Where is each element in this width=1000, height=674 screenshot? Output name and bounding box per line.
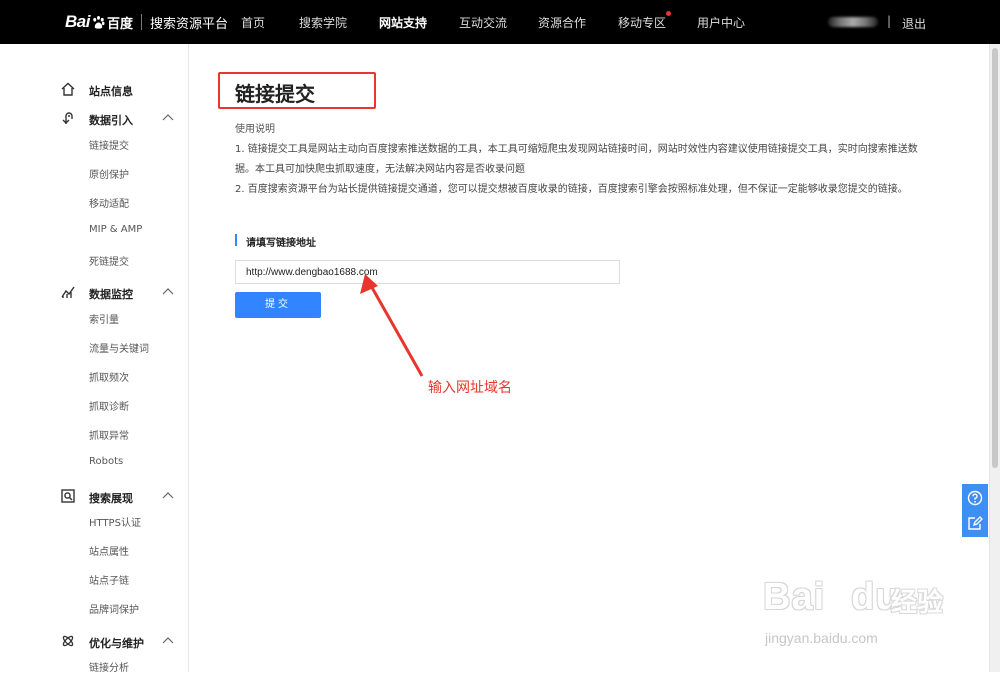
- logout-link[interactable]: 退出: [902, 15, 926, 32]
- feedback-edit-icon[interactable]: [967, 515, 983, 531]
- nav-mobile-zone[interactable]: 移动专区: [618, 11, 672, 31]
- nav-academy[interactable]: 搜索学院: [299, 14, 347, 31]
- nav-interaction[interactable]: 互动交流: [459, 14, 507, 31]
- paw-icon: [93, 15, 105, 29]
- usage-line: 据。本工具可加快爬虫抓取速度，无法解决网站内容是否收录问题: [235, 164, 525, 175]
- user-separator: |: [887, 14, 892, 28]
- usage-line: 2. 百度搜索资源平台为站长提供链接提交通道，您可以提交想被百度收录的链接，百度…: [235, 184, 908, 195]
- search-display-icon: [61, 489, 75, 503]
- sidebar-item-site-attributes[interactable]: 站点属性: [89, 543, 129, 558]
- sidebar-group-search-display[interactable]: 搜索展现: [0, 485, 189, 509]
- data-import-icon: [62, 112, 73, 124]
- watermark-logo-text: Bai du: [763, 576, 900, 618]
- page-scrollbar[interactable]: [989, 44, 1000, 672]
- sidebar-item-dead-link[interactable]: 死链提交: [89, 253, 129, 268]
- nav-user-center[interactable]: 用户中心: [697, 14, 745, 31]
- watermark-url: jingyan.baidu.com: [765, 630, 878, 646]
- sidebar-item-index-count[interactable]: 索引量: [89, 311, 119, 326]
- sidebar-item-crawl-diagnosis[interactable]: 抓取诊断: [89, 398, 129, 413]
- floating-toolbar: [962, 484, 988, 537]
- sidebar-item-crawl-error[interactable]: 抓取异常: [89, 427, 129, 442]
- sidebar-item-crawl-frequency[interactable]: 抓取频次: [89, 369, 129, 384]
- chevron-up-icon: [162, 637, 174, 644]
- nav-site-support[interactable]: 网站支持: [379, 14, 427, 31]
- sidebar-group-label: 搜索展现: [89, 492, 133, 505]
- sidebar-item-traffic-keywords[interactable]: 流量与关键词: [89, 340, 149, 355]
- usage-label: 使用说明: [235, 124, 275, 135]
- page-title: 链接提交: [235, 82, 315, 106]
- nav-mobile-zone-label: 移动专区: [618, 16, 667, 30]
- watermark-cn-text: 经验: [891, 588, 944, 618]
- sidebar-group-site-info[interactable]: 站点信息: [0, 78, 189, 102]
- sidebar-item-sitelinks[interactable]: 站点子链: [89, 572, 129, 587]
- sidebar-group-label: 数据引入: [89, 114, 133, 127]
- sidebar-item-robots[interactable]: Robots: [89, 456, 123, 467]
- notification-dot: [666, 11, 672, 16]
- username-blurred[interactable]: [828, 17, 878, 27]
- logo-text: Bai: [65, 12, 90, 31]
- section-accent-bar: [235, 234, 237, 246]
- nav-home[interactable]: 首页: [241, 14, 265, 31]
- scrollbar-thumb[interactable]: [992, 48, 998, 468]
- baidu-logo[interactable]: Bai 百度 搜索资源平台: [65, 12, 228, 32]
- section-title: 请填写链接地址: [246, 238, 316, 249]
- sidebar-item-https-auth[interactable]: HTTPS认证: [89, 514, 141, 529]
- logo-cn-text: 百度: [106, 16, 133, 32]
- sidebar-group-label: 站点信息: [89, 85, 133, 98]
- submit-button[interactable]: 提交: [235, 292, 321, 318]
- help-question-icon[interactable]: [967, 490, 983, 506]
- sidebar-item-mobile-adapt[interactable]: 移动适配: [89, 195, 129, 210]
- home-icon: [61, 82, 75, 96]
- nav-resource-coop[interactable]: 资源合作: [538, 14, 586, 31]
- sidebar-item-mip-amp[interactable]: MIP & AMP: [89, 224, 142, 235]
- sidebar-item-brand-protect[interactable]: 品牌词保护: [89, 601, 139, 616]
- sidebar-group-label: 数据监控: [89, 288, 133, 301]
- sidebar-item-link-submit[interactable]: 链接提交: [89, 137, 129, 152]
- usage-line: 1. 链接提交工具是网站主动向百度搜索推送数据的工具，本工具可缩短爬虫发现网站链…: [235, 144, 918, 155]
- logo-divider: [140, 14, 142, 30]
- chevron-up-icon: [162, 492, 174, 499]
- chevron-up-icon: [162, 288, 174, 295]
- baidu-jingyan-watermark: Bai du 经验 jingyan.baidu.com: [763, 566, 953, 656]
- top-nav-bar: Bai 百度 搜索资源平台 首页 搜索学院 网站支持 互动交流 资源合作 移动专…: [0, 0, 1000, 44]
- sidebar-item-original-protect[interactable]: 原创保护: [89, 166, 129, 181]
- annotation-text: 输入网址域名: [428, 380, 512, 396]
- sidebar-group-data-monitor[interactable]: 数据监控: [0, 281, 189, 305]
- sidebar-group-optimize[interactable]: 优化与维护: [0, 630, 189, 654]
- annotation-arrow: [360, 274, 424, 377]
- sidebar-group-data-import[interactable]: 数据引入: [0, 107, 189, 131]
- platform-name: 搜索资源平台: [149, 16, 228, 32]
- optimize-icon: [62, 635, 74, 647]
- sidebar-group-label: 优化与维护: [89, 637, 144, 650]
- chevron-up-icon: [162, 114, 174, 121]
- chart-monitor-icon: [61, 286, 75, 298]
